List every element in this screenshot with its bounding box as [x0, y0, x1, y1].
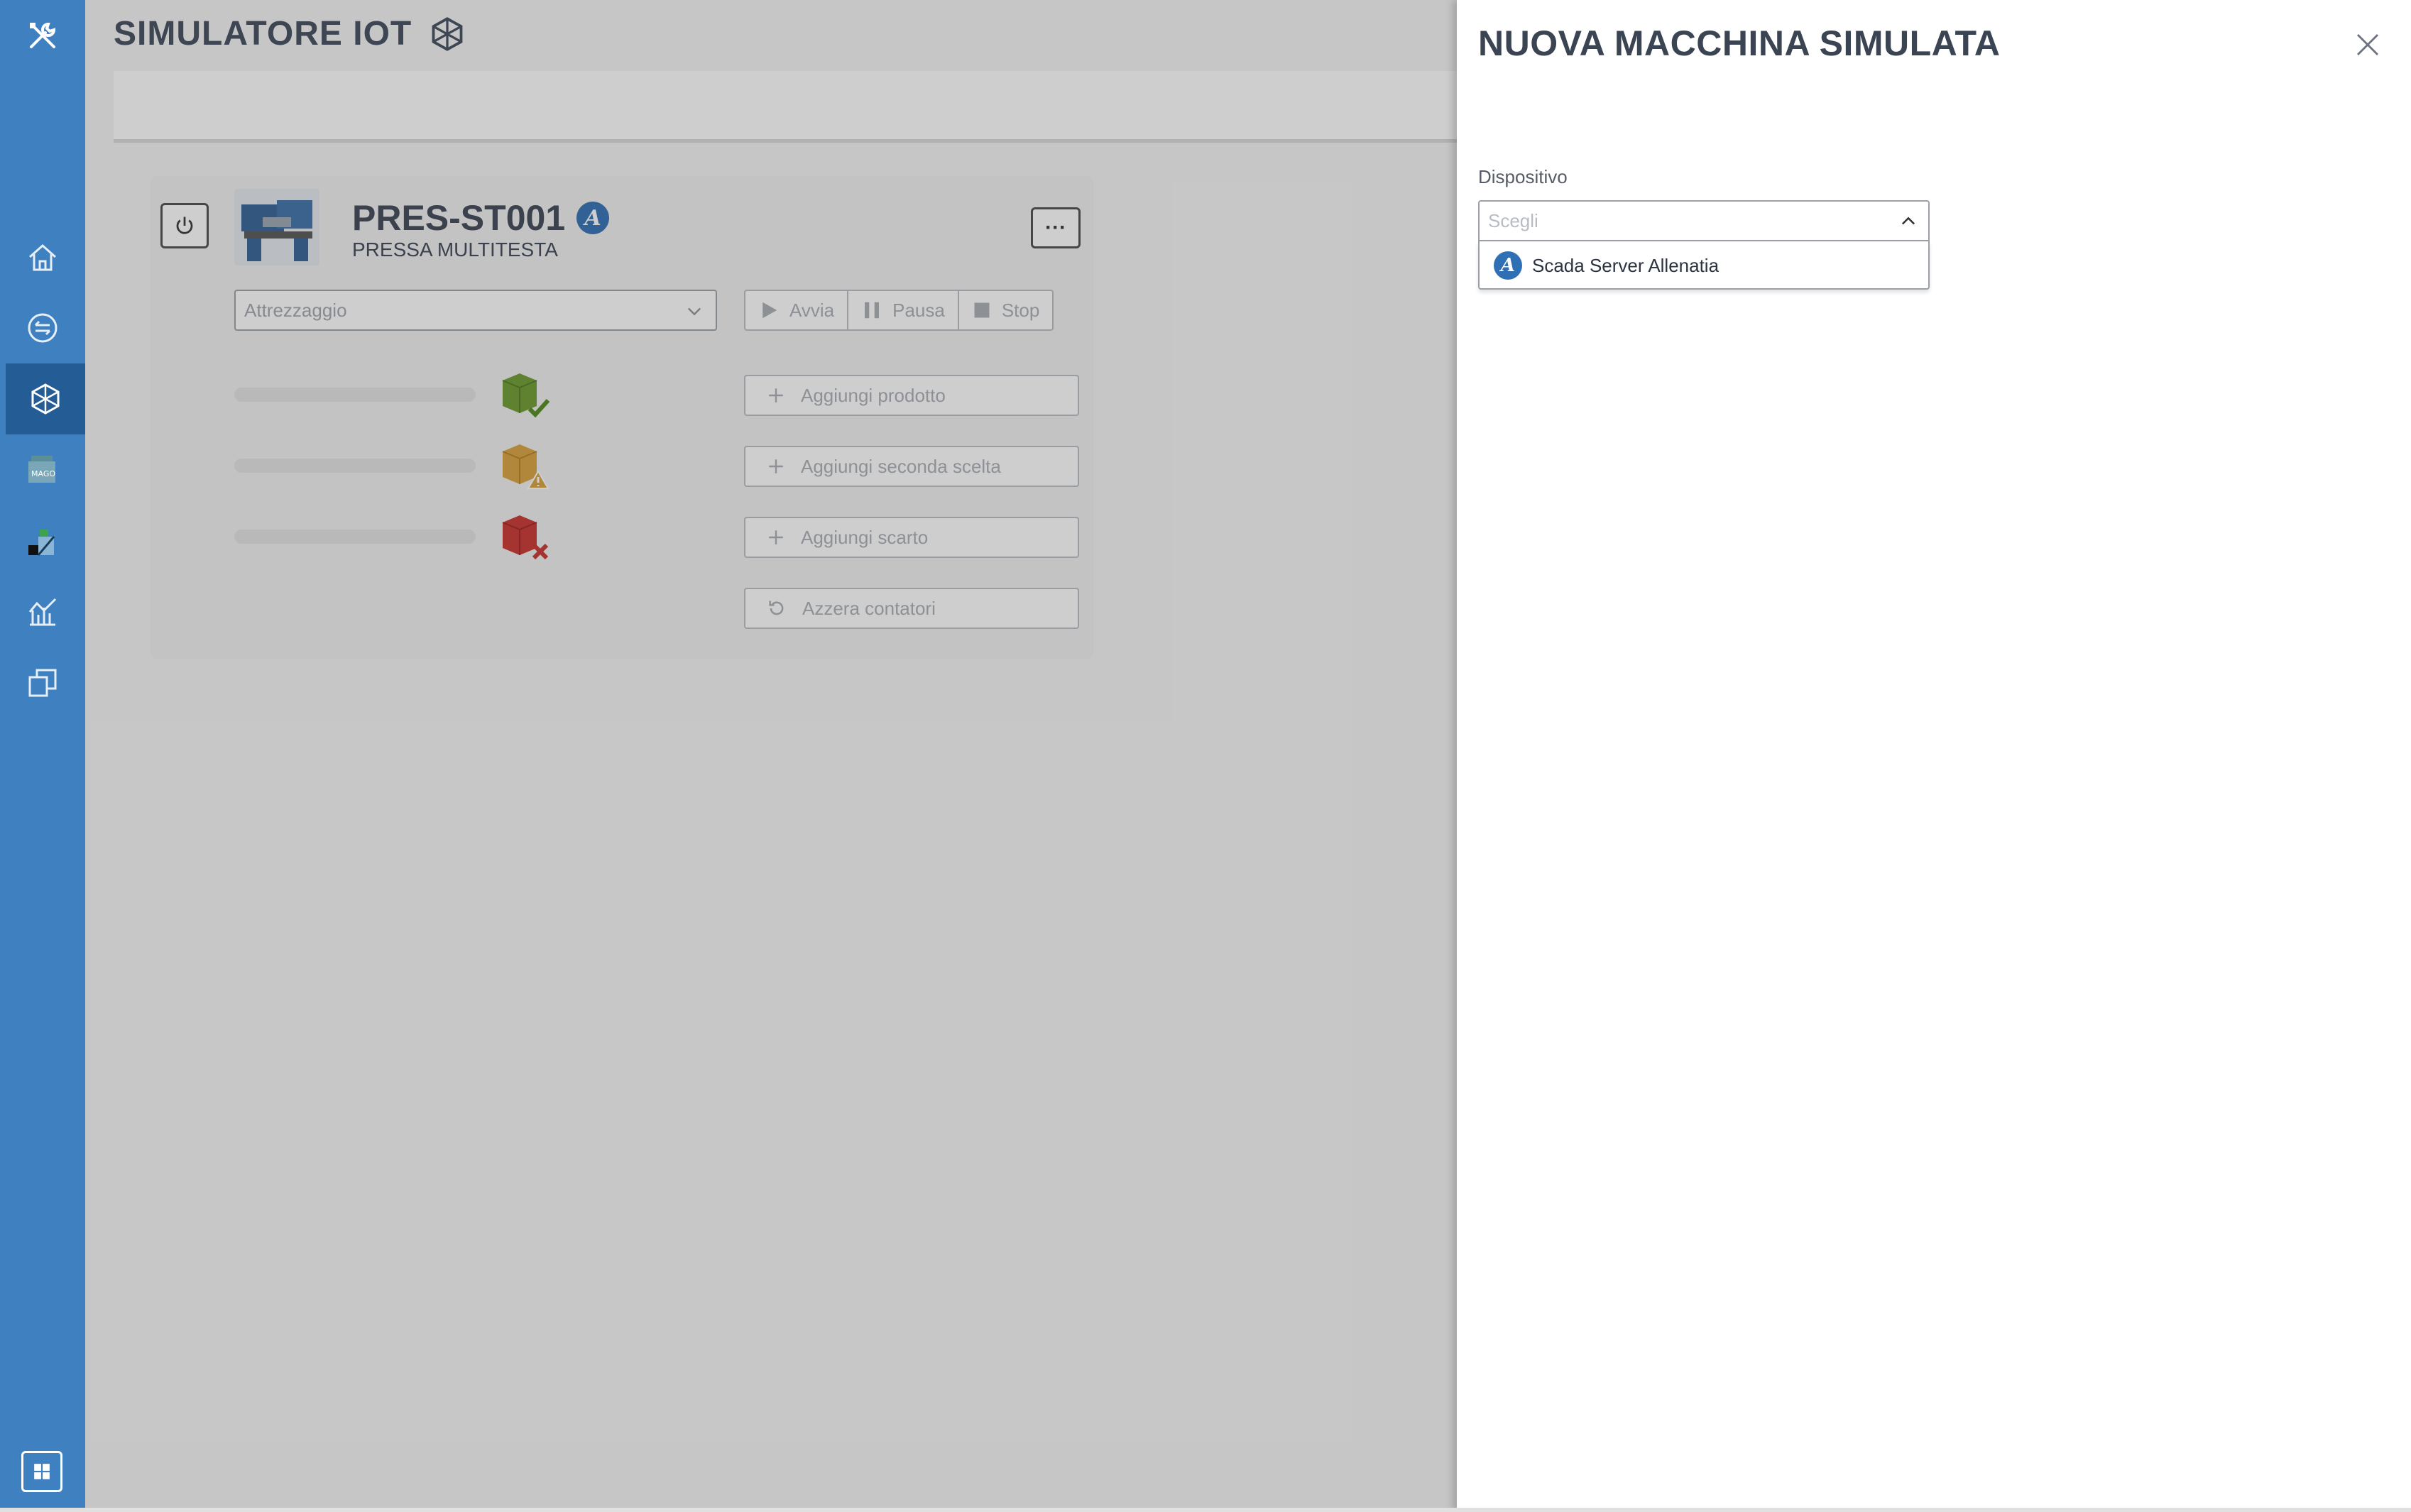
modal-backdrop[interactable]	[85, 0, 1457, 1512]
analytics-icon	[28, 598, 57, 626]
svg-text:MAGO: MAGO	[31, 469, 55, 478]
new-simulated-machine-panel: NUOVA MACCHINA SIMULATA Dispositivo Sceg…	[1457, 0, 2411, 1512]
panel-title: NUOVA MACCHINA SIMULATA	[1478, 23, 2001, 63]
device-dropdown-list: A Scada Server Allenatia	[1478, 241, 1930, 290]
dashboard-app-icon	[28, 530, 55, 556]
sidebar: MAGO	[0, 0, 85, 1512]
bottom-edge	[0, 1508, 2411, 1512]
windows-icon	[34, 1464, 50, 1479]
device-select-placeholder: Scegli	[1488, 209, 1538, 231]
home-icon	[29, 243, 56, 271]
sidebar-item-analytics[interactable]	[0, 576, 85, 647]
sidebar-item-mago[interactable]: MAGO	[0, 434, 85, 505]
iot-cube-icon	[31, 383, 60, 415]
tools-icon	[30, 22, 56, 48]
sidebar-item-iot-simulator[interactable]	[6, 363, 85, 434]
close-icon[interactable]	[2353, 30, 2383, 60]
windows-button[interactable]	[21, 1451, 62, 1492]
sidebar-item-home[interactable]	[0, 221, 85, 292]
exchange-icon	[28, 313, 58, 343]
device-field-label: Dispositivo	[1478, 166, 1568, 187]
sidebar-item-exchange[interactable]	[0, 292, 85, 363]
mago-icon: MAGO	[28, 456, 55, 483]
device-option[interactable]: A Scada Server Allenatia	[1494, 251, 1719, 280]
sidebar-item-tools[interactable]	[0, 0, 85, 71]
device-option-badge: A	[1494, 251, 1522, 280]
copy-icon	[28, 669, 57, 697]
sidebar-item-dashboard-app[interactable]	[0, 505, 85, 576]
device-option-label: Scada Server Allenatia	[1532, 254, 1720, 276]
sidebar-item-copy[interactable]	[0, 647, 85, 718]
chevron-up-icon	[1901, 217, 1915, 225]
device-select[interactable]: Scegli	[1478, 200, 1930, 241]
